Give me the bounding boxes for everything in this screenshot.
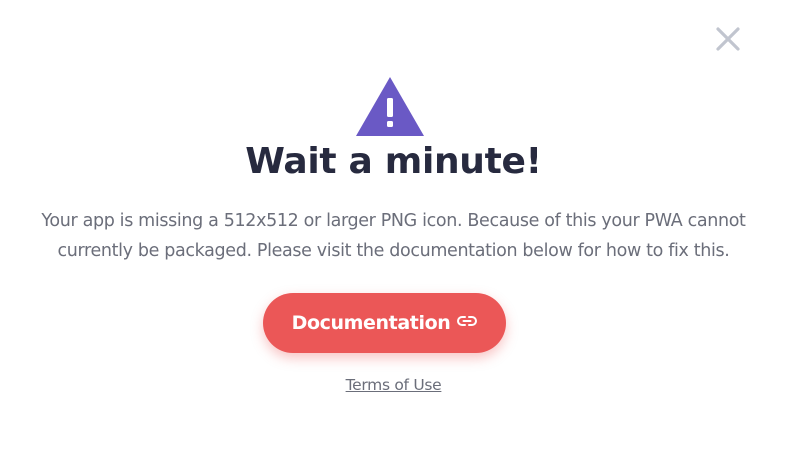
dialog-message: Your app is missing a 512x512 or larger … [8,207,779,266]
dialog-message-line-2: currently be packaged. Please visit the … [57,240,730,261]
documentation-button-label: Documentation [291,312,451,334]
terms-of-use-link[interactable]: Terms of Use [346,376,442,394]
close-button[interactable] [711,22,745,56]
warning-triangle-icon [356,77,424,136]
missing-icon-dialog: Wait a minute! Your app is missing a 512… [0,0,787,466]
dialog-title: Wait a minute! [245,141,542,182]
link-icon [457,315,478,327]
documentation-button[interactable]: Documentation [263,293,506,353]
close-icon [716,27,740,51]
terms-container: Terms of Use [0,375,787,394]
dialog-message-line-1: Your app is missing a 512x512 or larger … [41,211,746,231]
